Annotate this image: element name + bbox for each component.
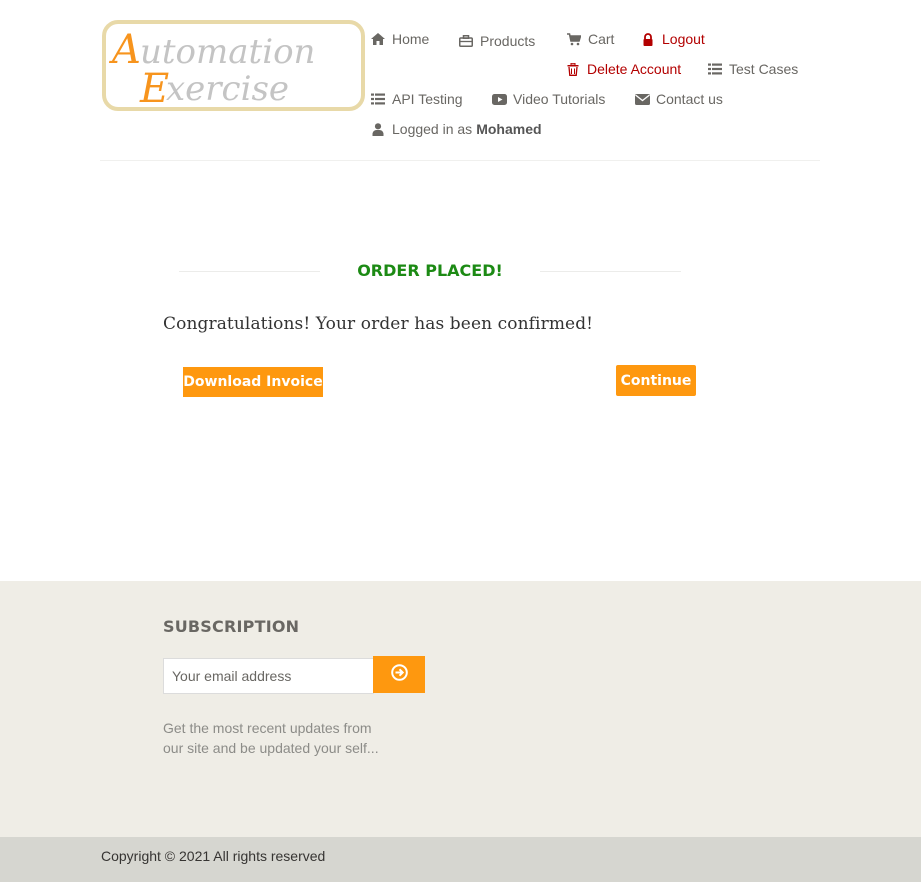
nav-test-cases[interactable]: Test Cases (707, 61, 798, 77)
nav-delete-account[interactable]: Delete Account (565, 61, 681, 77)
nav-logout-label: Logout (662, 31, 705, 47)
list-icon (370, 92, 386, 106)
subscription-title: SUBSCRIPTION (163, 617, 300, 636)
nav-video-tutorials-label: Video Tutorials (513, 91, 606, 107)
logged-in-username: Mohamed (476, 121, 542, 137)
subscribe-email-input[interactable] (163, 658, 374, 694)
logged-in-status: Logged in as Mohamed (370, 121, 542, 137)
nav-test-cases-label: Test Cases (729, 61, 799, 77)
logo-accent-letter-e: E (139, 66, 169, 112)
nav-contact-us[interactable]: Contact us (634, 91, 723, 107)
nav-products[interactable]: Products (458, 33, 535, 49)
subscription-description: Get the most recent updates from our sit… (163, 720, 379, 756)
logged-in-prefix: Logged in as (392, 121, 473, 137)
title-divider-right (540, 271, 681, 272)
envelope-icon (634, 92, 650, 106)
header-divider (100, 160, 820, 161)
order-confirmation-message: Congratulations! Your order has been con… (163, 314, 594, 334)
subscribe-button[interactable] (373, 656, 425, 693)
nav-api-testing-label: API Testing (392, 91, 463, 107)
nav-products-label: Products (480, 33, 536, 49)
briefcase-icon (458, 34, 474, 48)
title-divider-left (179, 271, 320, 272)
continue-button[interactable]: Continue (616, 365, 696, 396)
lock-icon (640, 32, 656, 46)
nav-cart[interactable]: Cart (566, 31, 614, 47)
cart-icon (566, 32, 582, 46)
footer-widget (0, 581, 921, 837)
nav-cart-label: Cart (588, 31, 615, 47)
youtube-play-icon (491, 92, 507, 106)
nav-api-testing[interactable]: API Testing (370, 91, 463, 107)
user-icon (370, 122, 386, 136)
arrow-circle-right-icon (390, 663, 408, 686)
nav-delete-account-label: Delete Account (587, 61, 682, 77)
logo-word-2: xercise (166, 69, 289, 109)
download-invoice-button[interactable]: Download Invoice (183, 367, 323, 397)
logo-accent-letter-a: A (108, 27, 141, 73)
nav-home-label: Home (392, 31, 430, 47)
logo-graphic: A utomation E xercise (102, 20, 365, 112)
order-placed-title: ORDER PLACED! (357, 261, 503, 280)
nav-video-tutorials[interactable]: Video Tutorials (491, 91, 605, 107)
trash-icon (565, 62, 581, 76)
site-logo[interactable]: A utomation E xercise (102, 20, 365, 112)
nav-logout[interactable]: Logout (640, 31, 705, 47)
copyright-text: Copyright © 2021 All rights reserved (101, 848, 326, 864)
home-icon (370, 32, 386, 46)
nav-home[interactable]: Home (370, 31, 429, 47)
list-icon (707, 62, 723, 76)
nav-contact-us-label: Contact us (656, 91, 723, 107)
